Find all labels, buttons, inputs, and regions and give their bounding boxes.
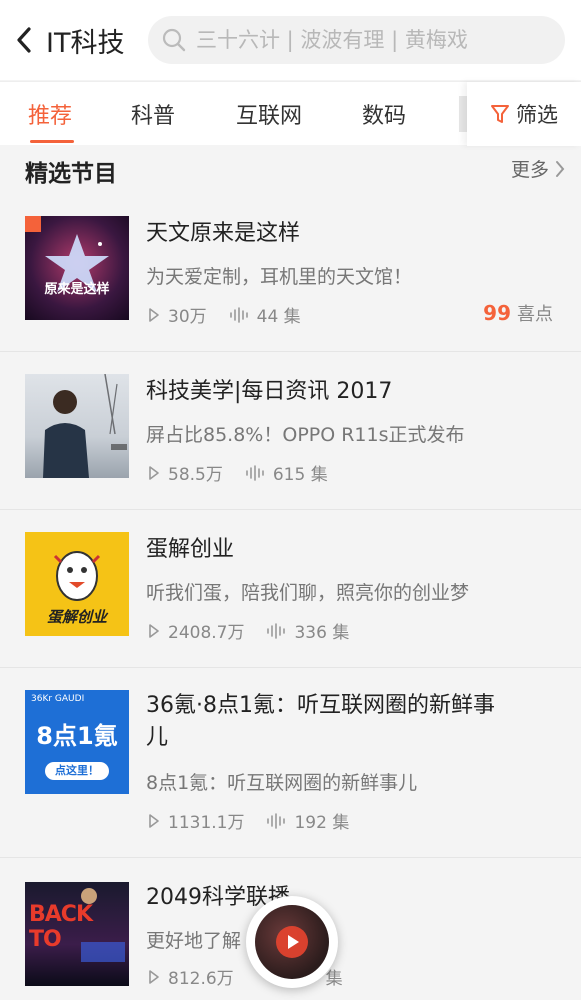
list-item[interactable]: 科技美学|每日资讯 2017 屏占比85.8%！OPPO R11s正式发布 58… [0,352,581,510]
waveform-icon [267,812,286,829]
chevron-left-icon [17,27,31,53]
program-list: 原来是这样 天文原来是这样 为天爱定制，耳机里的天文馆！ 30万 44 集 99… [0,194,581,1000]
tab-overflow-edge [459,96,467,132]
program-title: 科技美学|每日资讯 2017 [146,379,393,404]
page-title: IT科技 [46,27,125,59]
episode-count-value: 192 集 [294,813,350,833]
program-desc: 更好地了解 [146,930,242,952]
episode-count: 44 集 [229,302,301,327]
back-button[interactable] [4,0,44,80]
list-item[interactable]: 原来是这样 天文原来是这样 为天爱定制，耳机里的天文馆！ 30万 44 集 99… [0,194,581,352]
tab-label: 数码 [362,104,407,129]
cover-text: 8点1氪 [36,722,118,750]
list-item[interactable]: 蛋解创业 蛋解创业 听我们蛋，陪我们聊，照亮你的创业梦 2408.7万 336 … [0,510,581,668]
program-stats: 58.5万 615 集 [148,460,350,485]
movie-poster-icon [81,888,125,962]
play-count: 2408.7万 [148,618,244,643]
filter-icon [491,105,509,123]
program-title: 2049科学联播 [146,885,290,910]
play-count-value: 812.6万 [168,969,234,989]
waveform-icon [267,622,286,639]
program-desc: 屏占比85.8%！OPPO R11s正式发布 [146,424,465,446]
program-title: 蛋解创业 [146,537,235,562]
program-cover: 原来是这样 [25,216,129,320]
filter-button[interactable]: 筛选 [467,82,581,146]
more-label: 更多 [510,159,549,181]
play-count-value: 2408.7万 [168,623,245,643]
category-tabs: 推荐 科普 互联网 数码 筛选 [0,81,581,146]
search-icon [162,28,186,52]
tab-label: 互联网 [236,104,303,129]
program-desc: 为天爱定制，耳机里的天文馆！ [146,266,413,288]
play-count-value: 30万 [168,307,207,327]
floating-player-button[interactable] [246,896,338,988]
list-item[interactable]: 36Kr GAUDI 8点1氪 点这里！ 36氪·8点1氪：听互联网圈的新鲜事儿… [0,668,581,858]
tab-label: 科普 [131,104,176,129]
likes-number: 99 [483,301,511,325]
program-stats: 2408.7万 336 集 [148,618,371,643]
play-icon [149,465,159,480]
program-desc: 8点1氪：听互联网圈的新鲜事儿 [146,772,418,794]
cover-text: 原来是这样 [44,282,110,297]
program-title: 36氪·8点1氪：听互联网圈的新鲜事儿 [146,693,495,750]
play-icon [276,926,308,958]
filter-label: 筛选 [516,103,558,127]
play-count: 58.5万 [148,460,223,485]
play-count: 30万 [148,302,207,327]
more-link[interactable]: 更多 [511,155,565,182]
player-artwork [255,905,329,979]
tab-label: 推荐 [28,104,73,129]
play-icon [149,623,159,638]
program-cover: 36Kr GAUDI 8点1氪 点这里！ [25,690,129,794]
likes-label: 喜点 [517,304,553,325]
program-title: 天文原来是这样 [146,221,301,246]
play-count: 812.6万 [148,964,234,989]
presenter-photo-icon [43,374,127,478]
star-logo-icon [25,216,109,292]
program-desc: 听我们蛋，陪我们聊，照亮你的创业梦 [146,582,470,604]
program-cover: 蛋解创业 [25,532,129,636]
tab-internet[interactable]: 互联网 [236,82,302,146]
program-cover: BACK TO [25,882,129,986]
cover-sub: 点这里！ [45,762,109,780]
section-title: 精选节目 [25,161,117,187]
tab-digital[interactable]: 数码 [362,82,406,146]
play-icon [149,813,159,828]
cover-text: 蛋解创业 [46,608,107,626]
play-icon [149,969,159,984]
episode-count: 192 集 [266,808,349,833]
episode-count: 615 集 [245,460,328,485]
episode-count-value: 336 集 [294,623,350,643]
active-tab-indicator [30,140,74,143]
top-bar: IT科技 [0,0,581,80]
chevron-right-icon [556,160,565,177]
tab-recommend[interactable]: 推荐 [28,82,72,146]
featured-section-header: 精选节目 更多 [0,146,581,194]
episode-count-value: 615 集 [272,465,328,485]
waveform-icon [246,464,264,481]
waveform-icon [229,306,248,323]
program-stats: 1131.1万 192 集 [148,808,371,833]
search-box[interactable] [148,16,565,64]
search-input[interactable] [196,28,536,52]
play-count-value: 58.5万 [168,465,223,485]
program-cover [25,374,129,478]
play-count: 1131.1万 [148,808,244,833]
program-stats: 30万 44 集 [148,302,323,327]
cover-brand: 36Kr GAUDI [31,694,85,704]
play-count-value: 1131.1万 [168,813,245,833]
episode-count: 336 集 [266,618,349,643]
tab-popsci[interactable]: 科普 [131,82,175,146]
episode-count-value: 44 集 [256,307,301,327]
likes-count: 99 喜点 [483,300,553,326]
play-icon [149,307,159,322]
